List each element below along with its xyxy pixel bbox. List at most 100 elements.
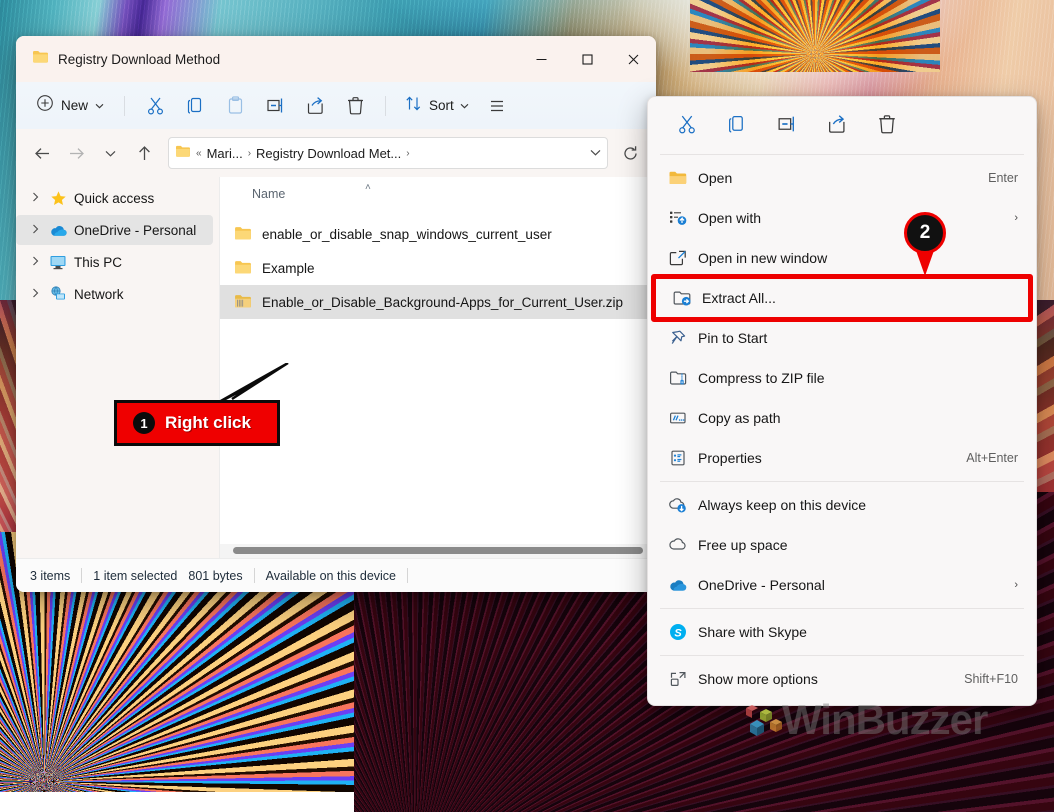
status-bar: 3 items 1 item selected 801 bytes Availa… xyxy=(16,558,656,592)
folder-icon xyxy=(32,49,49,69)
sort-button[interactable]: Sort xyxy=(396,88,477,124)
cut-button[interactable] xyxy=(662,107,712,141)
command-bar: New xyxy=(16,82,656,129)
chevron-down-icon xyxy=(95,101,104,111)
menu-item-copy-as-path[interactable]: Copy as path xyxy=(652,398,1032,438)
breadcrumb-item-0[interactable]: Mari... xyxy=(207,146,243,161)
back-button[interactable] xyxy=(26,137,58,169)
address-bar[interactable]: « Mari... › Registry Download Met... › xyxy=(168,137,608,169)
context-menu-divider xyxy=(660,154,1024,155)
winbuzzer-logo-icon xyxy=(744,700,790,742)
cloud-outline-icon xyxy=(668,536,698,554)
context-menu: Open Enter Open with › xyxy=(647,96,1037,706)
menu-item-open-with[interactable]: Open with › xyxy=(652,198,1032,238)
address-bar-row: « Mari... › Registry Download Met... › xyxy=(16,129,656,177)
sidebar-item-this-pc[interactable]: This PC xyxy=(16,247,213,277)
menu-item-compress-to-zip[interactable]: Compress to ZIP file xyxy=(652,358,1032,398)
menu-item-label: Open with xyxy=(698,210,1004,226)
horizontal-scrollbar[interactable] xyxy=(220,544,656,558)
refresh-button[interactable] xyxy=(614,137,646,169)
sidebar-item-onedrive-personal[interactable]: OneDrive - Personal xyxy=(16,215,213,245)
scrollbar-thumb[interactable] xyxy=(233,547,643,554)
folder-icon xyxy=(175,144,191,163)
chevron-right-icon[interactable] xyxy=(28,192,42,204)
window-controls xyxy=(518,36,656,82)
column-header-name[interactable]: Name xyxy=(252,187,285,201)
sidebar-item-label: Network xyxy=(74,287,124,302)
breadcrumb-overflow[interactable]: « xyxy=(196,148,202,159)
chevron-right-icon[interactable] xyxy=(28,256,42,268)
copy-button[interactable] xyxy=(712,107,762,141)
sidebar-item-network[interactable]: Network xyxy=(16,279,213,309)
up-button[interactable] xyxy=(128,137,160,169)
copy-button[interactable] xyxy=(175,89,215,123)
delete-button[interactable] xyxy=(862,107,912,141)
star-icon xyxy=(49,189,67,207)
onedrive-icon xyxy=(668,578,698,593)
explorer-body: Quick access OneDrive - Personal xyxy=(16,177,656,558)
menu-item-shortcut: Shift+F10 xyxy=(964,672,1018,686)
forward-button[interactable] xyxy=(60,137,92,169)
file-explorer-window: Registry Download Method New xyxy=(16,36,656,592)
table-row[interactable]: Example xyxy=(220,251,656,285)
menu-item-always-keep-on-this-device[interactable]: Always keep on this device xyxy=(652,485,1032,525)
menu-item-extract-all[interactable]: 2 Extract All... xyxy=(656,278,1028,318)
menu-item-share-with-skype[interactable]: S Share with Skype xyxy=(652,612,1032,652)
sidebar-item-label: This PC xyxy=(74,255,122,270)
file-name: Example xyxy=(262,261,315,276)
menu-item-show-more-options[interactable]: Show more options Shift+F10 xyxy=(652,659,1032,699)
breadcrumb-separator: › xyxy=(406,148,409,159)
menu-item-free-up-space[interactable]: Free up space xyxy=(652,525,1032,565)
close-button[interactable] xyxy=(610,36,656,82)
file-name: Enable_or_Disable_Background-Apps_for_Cu… xyxy=(262,295,623,310)
paste-button[interactable] xyxy=(215,89,255,123)
status-size: 801 bytes xyxy=(188,569,253,583)
sidebar-item-label: Quick access xyxy=(74,191,154,206)
delete-button[interactable] xyxy=(335,89,375,123)
chevron-right-icon[interactable] xyxy=(28,288,42,300)
show-more-icon xyxy=(668,670,698,688)
skype-icon: S xyxy=(668,622,698,642)
breadcrumb-separator: › xyxy=(248,148,251,159)
menu-item-label: Extract All... xyxy=(702,290,1014,306)
breadcrumb-item-1[interactable]: Registry Download Met... xyxy=(256,146,401,161)
menu-item-open[interactable]: Open Enter xyxy=(652,158,1032,198)
sidebar-item-label: OneDrive - Personal xyxy=(74,223,196,238)
menu-item-label: Open in new window xyxy=(698,250,1018,266)
table-row[interactable]: Enable_or_Disable_Background-Apps_for_Cu… xyxy=(220,285,656,319)
menu-item-label: Compress to ZIP file xyxy=(698,370,1018,386)
address-dropdown-icon[interactable] xyxy=(590,148,601,158)
menu-item-shortcut: Alt+Enter xyxy=(966,451,1018,465)
menu-item-label: Free up space xyxy=(698,537,1018,553)
rename-button[interactable] xyxy=(255,89,295,123)
share-button[interactable] xyxy=(295,89,335,123)
new-button[interactable]: New xyxy=(26,88,114,123)
sidebar-item-quick-access[interactable]: Quick access xyxy=(16,183,213,213)
menu-item-properties[interactable]: Properties Alt+Enter xyxy=(652,438,1032,478)
minimize-button[interactable] xyxy=(518,36,564,82)
menu-item-label: Properties xyxy=(698,450,966,466)
folder-icon xyxy=(234,259,252,278)
chevron-right-icon[interactable] xyxy=(28,224,42,236)
cut-button[interactable] xyxy=(135,89,175,123)
title-bar-left: Registry Download Method xyxy=(16,49,220,69)
sort-arrows-icon xyxy=(404,94,423,118)
maximize-button[interactable] xyxy=(564,36,610,82)
menu-item-open-in-new-window[interactable]: Open in new window xyxy=(652,238,1032,278)
menu-item-label: Copy as path xyxy=(698,410,1018,426)
menu-item-label: Open xyxy=(698,170,988,186)
rename-button[interactable] xyxy=(762,107,812,141)
menu-item-pin-to-start[interactable]: Pin to Start xyxy=(652,318,1032,358)
table-row[interactable]: enable_or_disable_snap_windows_current_u… xyxy=(220,217,656,251)
toolbar-divider xyxy=(124,96,125,116)
share-button[interactable] xyxy=(812,107,862,141)
menu-item-label: Share with Skype xyxy=(698,624,1018,640)
onedrive-icon xyxy=(49,221,67,239)
cloud-download-icon xyxy=(668,496,698,514)
svg-text:S: S xyxy=(674,627,682,639)
view-button[interactable] xyxy=(477,89,517,123)
menu-item-onedrive-personal[interactable]: OneDrive - Personal › xyxy=(652,565,1032,605)
recent-locations-button[interactable] xyxy=(94,137,126,169)
plus-circle-icon xyxy=(36,94,54,117)
wallpaper-fractal-cluster xyxy=(690,0,940,72)
